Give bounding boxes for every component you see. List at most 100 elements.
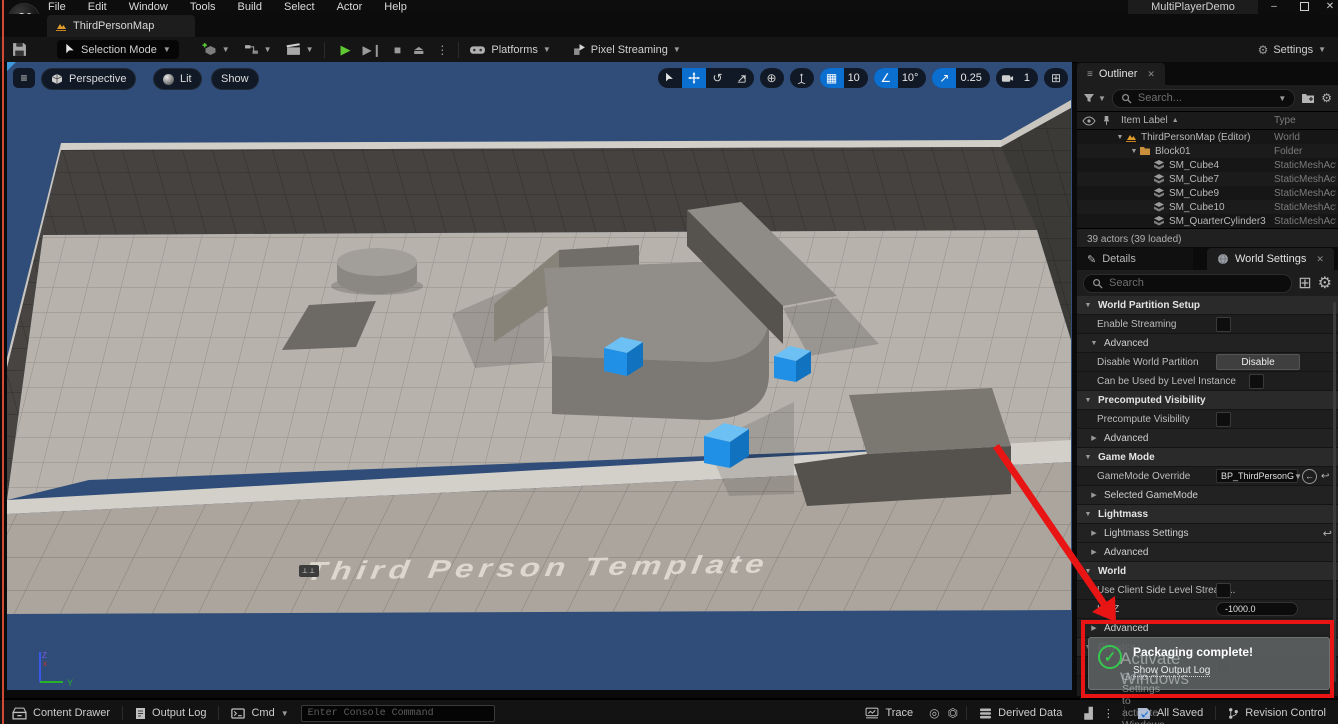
outliner-row-folder[interactable]: ▼ Block01 Folder	[1077, 144, 1338, 158]
save-button[interactable]	[12, 42, 27, 57]
pin-icon[interactable]	[1102, 115, 1111, 126]
subsection-lightmass-settings[interactable]: ▶ Lightmass Settings ↩	[1077, 524, 1338, 543]
stats-icon[interactable]: ▟	[1084, 707, 1092, 720]
enable-streaming-checkbox[interactable]	[1216, 316, 1231, 332]
section-lightmass[interactable]: ▼ Lightmass	[1077, 505, 1338, 524]
world-local-toggle[interactable]	[790, 68, 814, 88]
subsection-advanced[interactable]: ▶ Advanced	[1077, 429, 1338, 448]
section-world-partition-setup[interactable]: ▼ World Partition Setup	[1077, 296, 1338, 315]
minimize-button[interactable]: –	[1266, 0, 1282, 13]
level-viewport[interactable]: Third Person Template ⊥⊥ ≡ Perspective L…	[7, 62, 1072, 690]
maximize-viewport-button[interactable]: ⊞	[1044, 68, 1068, 88]
content-drawer-button[interactable]: Content Drawer	[0, 700, 122, 724]
new-folder-button[interactable]	[1301, 92, 1315, 104]
screenshot-icon[interactable]: ⏣	[948, 706, 958, 720]
settings-dropdown[interactable]: ⚙ Settings ▼	[1258, 44, 1326, 56]
reset-gamemode-button[interactable]: ↩	[1321, 471, 1329, 482]
viewport-3d-scene[interactable]	[7, 62, 1072, 690]
outliner-row-actor[interactable]: SM_Cube4 StaticMeshActor	[1077, 158, 1338, 172]
trace-button[interactable]: Trace	[853, 700, 925, 724]
browse-asset-button[interactable]: ←	[1302, 468, 1317, 484]
tab-outliner[interactable]: ≡ Outliner ✕	[1077, 63, 1165, 85]
gamemode-override-dropdown[interactable]: BP_ThirdPersonG ▼	[1216, 469, 1302, 483]
subsection-selected-gamemode[interactable]: ▶ Selected GameMode	[1077, 486, 1338, 505]
camera-speed-button[interactable]	[996, 68, 1020, 88]
section-precomputed-visibility[interactable]: ▼ Precomputed Visibility	[1077, 391, 1338, 410]
menu-file[interactable]: File	[48, 1, 66, 13]
cinematics-button[interactable]: ▼	[286, 43, 314, 56]
frame-skip-button[interactable]: ▶❙	[363, 44, 382, 56]
perspective-dropdown[interactable]: Perspective	[41, 68, 137, 90]
camera-speed-value[interactable]: 1	[1020, 72, 1038, 84]
insights-session-icon[interactable]: ◎	[929, 706, 939, 720]
eye-icon[interactable]	[1082, 115, 1096, 126]
details-search-input[interactable]: Search	[1083, 273, 1293, 293]
more-options-icon[interactable]: ⋮	[1103, 707, 1114, 720]
scale-snap-toggle[interactable]: ↗	[932, 68, 957, 88]
play-button[interactable]: ▶	[341, 43, 351, 56]
subsection-advanced[interactable]: ▶ Advanced	[1077, 543, 1338, 562]
viewport-options-button[interactable]: ≡	[13, 68, 35, 88]
outliner-row-actor[interactable]: SM_Cube9 StaticMeshActor	[1077, 186, 1338, 200]
details-settings-button[interactable]: ⚙	[1318, 273, 1332, 293]
grid-snap-toggle[interactable]: ▦	[819, 68, 844, 88]
outliner-search-input[interactable]: Search... ▼	[1111, 88, 1296, 108]
outliner-row-actor[interactable]: SM_Cube10 StaticMeshActor	[1077, 200, 1338, 214]
rotation-snap-value[interactable]: 10°	[898, 72, 927, 84]
scale-tool-button[interactable]	[730, 68, 754, 88]
move-tool-button[interactable]	[681, 68, 706, 88]
reset-lightmass-button[interactable]: ↩	[1323, 527, 1332, 540]
tab-details[interactable]: ✎ Details	[1077, 248, 1193, 270]
grid-snap-value[interactable]: 10	[844, 72, 868, 84]
menu-tools[interactable]: Tools	[190, 1, 216, 13]
close-icon[interactable]: ✕	[1147, 69, 1155, 80]
section-game-mode[interactable]: ▼ Game Mode	[1077, 448, 1338, 467]
outliner-column-header[interactable]: Item Label ▲ Type	[1077, 111, 1338, 130]
menu-build[interactable]: Build	[238, 1, 262, 13]
blueprints-button[interactable]: ▼	[244, 44, 272, 55]
kill-z-input[interactable]: -1000.0	[1216, 602, 1298, 616]
menu-help[interactable]: Help	[384, 1, 407, 13]
rotation-snap-toggle[interactable]: ∠	[873, 68, 898, 88]
tab-world-settings[interactable]: World Settings ✕	[1207, 248, 1334, 270]
outliner-row-actor[interactable]: SM_Cube7 StaticMeshActor	[1077, 172, 1338, 186]
output-log-button[interactable]: Output Log	[123, 700, 218, 724]
pixel-streaming-dropdown[interactable]: Pixel Streaming ▼	[573, 43, 681, 56]
selection-mode-dropdown[interactable]: Selection Mode ▼	[57, 40, 179, 59]
menu-window[interactable]: Window	[129, 1, 168, 13]
disable-button[interactable]: Disable	[1216, 354, 1300, 370]
precompute-visibility-checkbox[interactable]	[1216, 411, 1231, 427]
column-type[interactable]: Type	[1274, 115, 1336, 126]
revision-control-button[interactable]: Revision Control	[1216, 700, 1338, 724]
outliner-row-world[interactable]: ▼ ThirdPersonMap (Editor) World	[1077, 130, 1338, 144]
derived-data-button[interactable]: Derived Data	[967, 700, 1074, 724]
platforms-dropdown[interactable]: Platforms ▼	[469, 44, 551, 56]
surface-snap-button[interactable]: ⊕	[760, 68, 784, 88]
lit-dropdown[interactable]: Lit	[153, 68, 202, 90]
scale-snap-value[interactable]: 0.25	[956, 72, 989, 84]
rotate-tool-button[interactable]: ↺	[706, 68, 730, 88]
scene-cylinder[interactable]	[337, 248, 417, 294]
close-icon[interactable]: ✕	[1316, 254, 1324, 265]
show-dropdown[interactable]: Show	[211, 68, 259, 90]
select-tool-button[interactable]	[658, 68, 682, 88]
outliner-row-actor[interactable]: SM_QuarterCylinder3 StaticMeshActor	[1077, 214, 1338, 228]
menu-select[interactable]: Select	[284, 1, 315, 13]
subsection-advanced[interactable]: ▼ Advanced	[1077, 334, 1338, 353]
close-button[interactable]: ✕	[1322, 0, 1338, 13]
add-actor-button[interactable]: ▼	[201, 42, 230, 57]
menu-actor[interactable]: Actor	[337, 1, 363, 13]
tab-thirdpersonmap[interactable]: ThirdPersonMap	[47, 15, 195, 37]
menu-edit[interactable]: Edit	[88, 1, 107, 13]
restore-button[interactable]	[1296, 0, 1312, 13]
section-world[interactable]: ▼ World	[1077, 562, 1338, 581]
filter-button[interactable]: ▼	[1083, 92, 1106, 104]
column-item-label[interactable]: Item Label	[1121, 115, 1168, 126]
level-instance-checkbox[interactable]	[1249, 373, 1264, 389]
cmd-dropdown[interactable]: Cmd ▼	[219, 700, 300, 724]
client-streaming-checkbox[interactable]	[1216, 582, 1231, 598]
all-saved-button[interactable]: All Saved	[1125, 700, 1215, 724]
player-start-badge[interactable]: ⊥⊥	[299, 565, 319, 577]
play-options-button[interactable]: ⋮	[436, 44, 448, 56]
display-filter-button[interactable]: ⊞	[1298, 273, 1311, 293]
